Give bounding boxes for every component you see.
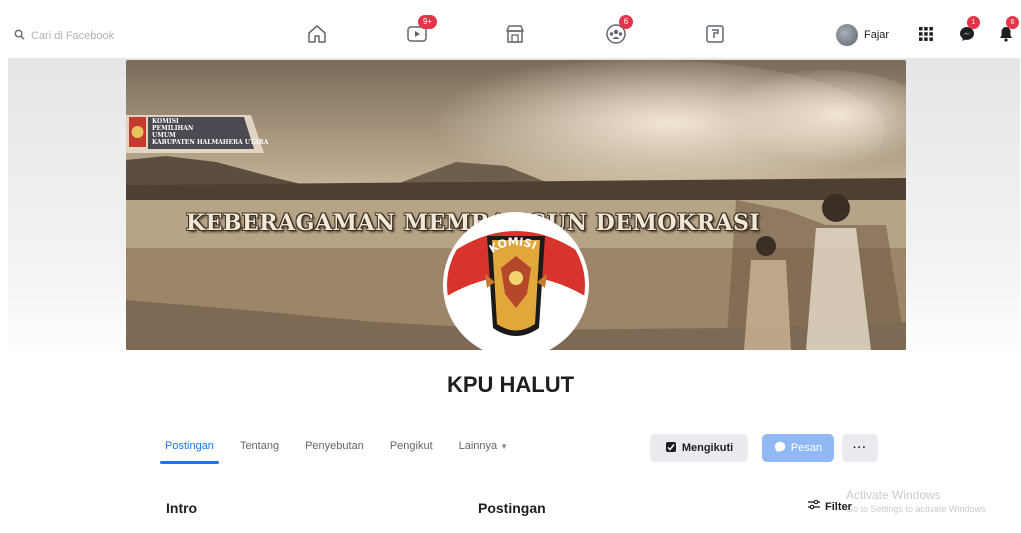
nav-watch[interactable]: 9+ xyxy=(402,15,437,51)
messenger-icon xyxy=(774,441,786,456)
search-icon xyxy=(14,27,25,45)
home-icon xyxy=(306,24,328,49)
caret-down-icon: ▼ xyxy=(500,442,509,451)
kpu-label-banner: KOMISI PEMILIHAN UMUM KABUPATEN HALMAHER… xyxy=(126,115,269,155)
nav-groups[interactable]: 6 xyxy=(601,15,633,51)
following-button[interactable]: Mengikuti xyxy=(650,434,748,462)
messenger-badge: 1 xyxy=(967,16,980,29)
profile-shortcut[interactable]: Fajar xyxy=(836,24,889,46)
top-navigation-bar: Cari di Facebook 9+ 6 Fajar 1 6 xyxy=(0,0,1021,56)
more-options-button[interactable]: ··· xyxy=(842,434,878,462)
profile-picture[interactable]: KOMISI xyxy=(443,212,589,358)
kpu-logo: KOMISI xyxy=(447,216,585,354)
nav-marketplace[interactable] xyxy=(500,21,530,51)
tab-tentang[interactable]: Tentang xyxy=(227,436,292,464)
grid-menu-icon xyxy=(919,26,933,46)
notifications-button[interactable]: 6 xyxy=(994,16,1019,48)
watch-badge: 9+ xyxy=(418,15,437,29)
following-label: Mengikuti xyxy=(681,442,734,454)
gaming-icon xyxy=(705,24,725,49)
filter-button[interactable]: Filter xyxy=(808,499,852,513)
message-label: Pesan xyxy=(790,442,823,454)
page-tabs: Postingan Tentang Penyebutan Pengikut La… xyxy=(152,436,521,464)
tab-lainnya[interactable]: Lainnya ▼ xyxy=(446,436,521,464)
activate-windows-watermark: Activate Windows Go to Settings to activ… xyxy=(846,488,988,516)
profile-name: Fajar xyxy=(864,29,890,41)
menu-button[interactable] xyxy=(914,24,938,48)
kpu-label-text: KOMISI PEMILIHAN UMUM KABUPATEN HALMAHER… xyxy=(152,118,269,146)
intro-heading: Intro xyxy=(166,500,198,516)
filter-label: Filter xyxy=(825,500,852,513)
tab-pengikut[interactable]: Pengikut xyxy=(377,436,446,464)
following-icon xyxy=(665,441,677,456)
nav-home[interactable] xyxy=(302,21,332,51)
groups-badge: 6 xyxy=(619,15,633,29)
filter-icon xyxy=(808,499,820,513)
message-button[interactable]: Pesan xyxy=(762,434,834,462)
tab-penyebutan[interactable]: Penyebutan xyxy=(292,436,377,464)
watermark-title: Activate Windows xyxy=(846,488,941,502)
messenger-button[interactable]: 1 xyxy=(955,16,980,48)
notifications-badge: 6 xyxy=(1006,16,1019,29)
more-options-icon: ··· xyxy=(853,442,867,454)
tab-lainnya-label: Lainnya xyxy=(458,440,498,452)
posts-heading: Postingan xyxy=(478,500,546,516)
avatar xyxy=(836,24,858,46)
search-input[interactable]: Cari di Facebook xyxy=(14,24,164,48)
page-title: KPU HALUT xyxy=(446,372,575,397)
nav-gaming[interactable] xyxy=(700,21,730,51)
watermark-subtitle: Go to Settings to activate Windows. xyxy=(846,504,989,514)
store-icon xyxy=(504,24,526,49)
tab-postingan[interactable]: Postingan xyxy=(152,436,227,464)
search-placeholder: Cari di Facebook xyxy=(31,30,115,42)
